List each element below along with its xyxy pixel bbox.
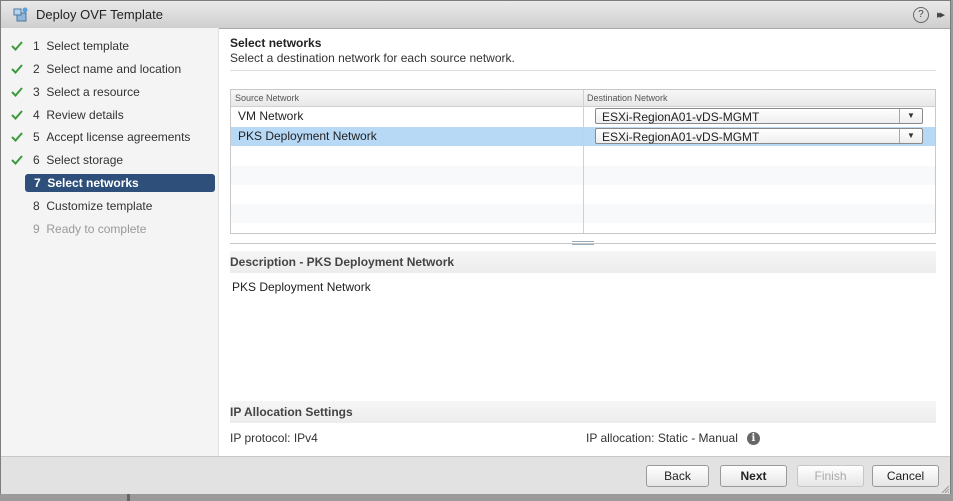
finish-button: Finish	[797, 465, 864, 487]
step-label: 4 Review details	[33, 108, 124, 122]
select-value: ESXi-RegionA01-vDS-MGMT	[602, 110, 760, 124]
column-divider	[583, 90, 584, 233]
step-label: 9 Ready to complete	[33, 222, 147, 236]
ip-allocation-header: IP Allocation Settings	[230, 401, 936, 423]
check-icon	[11, 87, 23, 97]
column-header-source[interactable]: Source Network	[235, 93, 299, 103]
destination-network-select[interactable]: ESXi-RegionA01-vDS-MGMT ▼	[595, 128, 923, 144]
check-icon	[11, 155, 23, 165]
dialog-title: Deploy OVF Template	[36, 7, 163, 22]
step-label: 1 Select template	[33, 39, 130, 53]
step-select-networks[interactable]: 7 Select networks	[1, 173, 219, 193]
ip-allocation-heading: IP Allocation Settings	[230, 405, 353, 419]
ip-protocol-value: IPv4	[293, 431, 318, 445]
check-icon	[11, 64, 23, 74]
description-header: Description - PKS Deployment Network	[230, 251, 936, 273]
divider	[230, 70, 936, 71]
step-accept-license[interactable]: 5 Accept license agreements	[1, 127, 219, 147]
description-text: PKS Deployment Network	[232, 280, 371, 294]
chevron-down-icon[interactable]: ▼	[899, 109, 922, 123]
ip-allocation-label: IP allocation:	[586, 431, 655, 445]
title-bar: Deploy OVF Template ? ▸▸	[1, 1, 950, 29]
cancel-button[interactable]: Cancel	[872, 465, 939, 487]
page-subtitle: Select a destination network for each so…	[230, 51, 515, 65]
destination-network-select[interactable]: ESXi-RegionA01-vDS-MGMT ▼	[595, 108, 923, 124]
step-select-name-location[interactable]: 2 Select name and location	[1, 59, 219, 79]
step-label: 6 Select storage	[33, 153, 124, 167]
ip-protocol: IP protocol: IPv4	[230, 431, 318, 445]
ip-protocol-label: IP protocol:	[230, 431, 291, 445]
resize-grip-icon[interactable]	[941, 485, 949, 493]
check-icon	[11, 132, 23, 142]
step-label: 8 Customize template	[33, 199, 153, 213]
step-select-storage[interactable]: 6 Select storage	[1, 150, 219, 170]
check-icon	[11, 41, 23, 51]
ip-allocation-value: Static - Manual	[657, 431, 738, 445]
step-ready-to-complete: 9 Ready to complete	[1, 219, 219, 239]
step-select-template[interactable]: 1 Select template	[1, 36, 219, 56]
source-network-cell: VM Network	[238, 109, 304, 123]
network-mapping-table: Source Network Destination Network VM Ne…	[230, 89, 936, 234]
page-title: Select networks	[230, 36, 322, 50]
expand-icon[interactable]: ▸▸	[937, 8, 945, 21]
back-button[interactable]: Back	[646, 465, 709, 487]
chevron-down-icon[interactable]: ▼	[899, 129, 922, 143]
step-select-resource[interactable]: 3 Select a resource	[1, 82, 219, 102]
next-button[interactable]: Next	[720, 465, 787, 487]
background-artifact	[127, 494, 130, 501]
description-heading: Description - PKS Deployment Network	[230, 255, 455, 269]
select-value: ESXi-RegionA01-vDS-MGMT	[602, 130, 760, 144]
dialog-footer: Back Next Finish Cancel	[1, 456, 950, 494]
step-customize-template[interactable]: 8 Customize template	[1, 196, 219, 216]
deploy-ovf-icon	[13, 7, 28, 21]
deploy-ovf-dialog: Deploy OVF Template ? ▸▸ 1 Select templa…	[0, 0, 951, 494]
wizard-steps: 1 Select template 2 Select name and loca…	[1, 28, 219, 456]
column-header-destination[interactable]: Destination Network	[587, 93, 668, 103]
step-label: 2 Select name and location	[33, 62, 182, 76]
splitter-grip-icon[interactable]	[572, 241, 594, 245]
step-label: 3 Select a resource	[33, 85, 140, 99]
check-icon	[11, 110, 23, 120]
help-icon[interactable]: ?	[912, 6, 929, 23]
info-icon[interactable]: i	[746, 431, 760, 445]
step-label: 7 Select networks	[34, 176, 139, 190]
ip-allocation: IP allocation: Static - Manual i	[586, 431, 760, 445]
source-network-cell: PKS Deployment Network	[238, 129, 377, 143]
step-review-details[interactable]: 4 Review details	[1, 105, 219, 125]
step-label: 5 Accept license agreements	[33, 130, 191, 144]
